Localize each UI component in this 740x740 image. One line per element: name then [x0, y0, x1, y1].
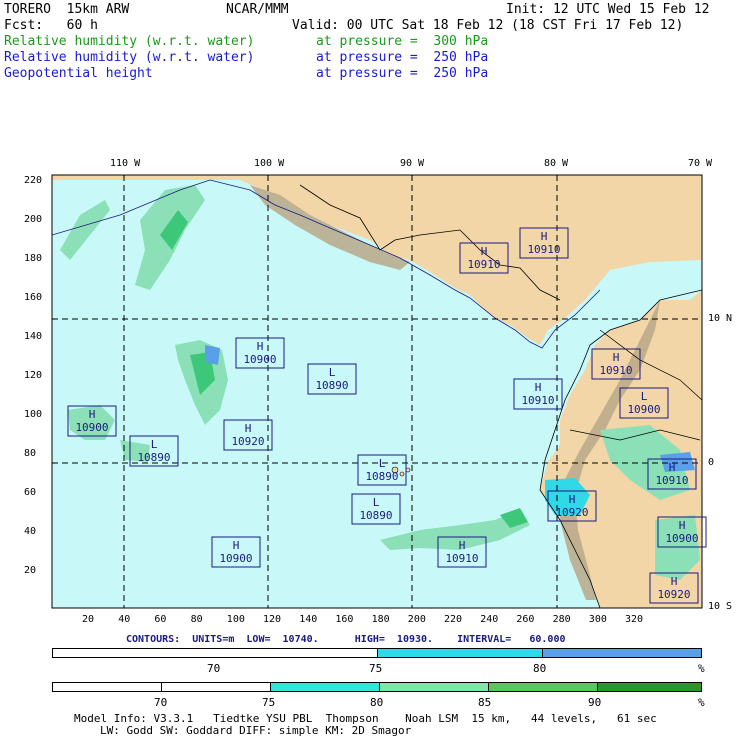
pressure-value: 10890 — [359, 509, 392, 522]
x-tick-label: 300 — [588, 614, 607, 625]
lon-label: 110 W — [110, 158, 141, 169]
pressure-type: L — [373, 496, 380, 509]
x-tick-label: 80 — [190, 614, 203, 625]
lon-label: 80 W — [544, 158, 569, 169]
legend-swatch — [543, 649, 701, 657]
legend-swatch — [380, 683, 489, 691]
legend-swatch — [162, 683, 271, 691]
y-tick-label: 180 — [24, 253, 43, 264]
legend-bar-1 — [52, 648, 702, 658]
legend-bar-2 — [52, 682, 702, 692]
pressure-type: H — [679, 519, 686, 532]
pressure-type: H — [613, 351, 620, 364]
x-tick-label: 260 — [516, 614, 535, 625]
footer-line2: LW: Godd SW: Goddard DIFF: simple KM: 2D… — [100, 724, 412, 737]
pressure-value: 10900 — [75, 421, 108, 434]
pressure-type: H — [257, 340, 264, 353]
legend2-unit: % — [698, 696, 705, 709]
y-tick-label: 220 — [24, 175, 43, 186]
pressure-value: 10910 — [467, 258, 500, 271]
pressure-value: 10900 — [627, 403, 660, 416]
pressure-type: H — [459, 539, 466, 552]
pressure-value: 10910 — [445, 552, 478, 565]
pressure-type: H — [669, 461, 676, 474]
pressure-type: H — [535, 381, 542, 394]
pressure-type: L — [641, 390, 648, 403]
y-tick-label: 120 — [24, 370, 43, 381]
legend-swatch — [489, 683, 598, 691]
legend-swatch — [53, 649, 378, 657]
x-tick-label: 100 — [226, 614, 245, 625]
pressure-value: 10910 — [599, 364, 632, 377]
pressure-value: 10920 — [555, 506, 588, 519]
legend1-label: 75 — [369, 662, 383, 675]
rh-area — [660, 452, 695, 472]
pressure-type: H — [481, 245, 488, 258]
pressure-value: 10900 — [219, 552, 252, 565]
lat-label: 10 S — [708, 601, 733, 612]
x-tick-label: 60 — [154, 614, 167, 625]
legend-swatch — [598, 683, 701, 691]
pressure-type: H — [569, 493, 576, 506]
y-tick-label: 160 — [24, 292, 43, 303]
legend-swatch — [53, 683, 162, 691]
pressure-type: H — [245, 422, 252, 435]
x-tick-label: 140 — [299, 614, 318, 625]
x-tick-label: 160 — [335, 614, 354, 625]
x-tick-label: 180 — [371, 614, 390, 625]
legend1-label: 70 — [207, 662, 221, 675]
x-tick-label: 280 — [552, 614, 571, 625]
x-tick-label: 320 — [625, 614, 644, 625]
contour-info: CONTOURS: UNITS=m LOW= 10740. HIGH= 1093… — [126, 634, 566, 645]
x-tick-label: 220 — [444, 614, 463, 625]
island — [405, 467, 411, 473]
lon-label: 70 W — [688, 158, 713, 169]
pressure-value: 10920 — [231, 435, 264, 448]
pressure-value: 10900 — [665, 532, 698, 545]
legend1-unit: % — [698, 662, 705, 675]
pressure-type: H — [541, 230, 548, 243]
rh-area — [205, 345, 220, 365]
y-tick-label: 80 — [24, 448, 37, 459]
pressure-type: L — [379, 457, 386, 470]
pressure-type: H — [89, 408, 96, 421]
y-tick-label: 40 — [24, 526, 37, 537]
lon-label: 90 W — [400, 158, 425, 169]
x-tick-label: 200 — [407, 614, 426, 625]
pressure-value: 10890 — [315, 379, 348, 392]
pressure-type: L — [151, 438, 158, 451]
legend2-label: 90 — [588, 696, 602, 709]
legend2-label: 85 — [478, 696, 492, 709]
legend-swatch — [378, 649, 543, 657]
y-tick-label: 140 — [24, 331, 43, 342]
legend2-label: 70 — [154, 696, 168, 709]
y-tick-label: 60 — [24, 487, 37, 498]
pressure-type: H — [671, 575, 678, 588]
legend2-label: 75 — [262, 696, 276, 709]
lat-label: 10 N — [708, 313, 733, 324]
weather-map: H10910H10910H10900L10890H10910H10910H109… — [51, 174, 707, 609]
y-tick-label: 100 — [24, 409, 43, 420]
pressure-value: 10920 — [657, 588, 690, 601]
y-tick-label: 200 — [24, 214, 43, 225]
pressure-type: H — [233, 539, 240, 552]
legend-swatch — [271, 683, 380, 691]
legend2-label: 80 — [370, 696, 384, 709]
island — [399, 471, 405, 477]
pressure-value: 10910 — [521, 394, 554, 407]
x-tick-label: 20 — [82, 614, 95, 625]
lat-label: 0 — [708, 457, 715, 468]
x-tick-label: 120 — [263, 614, 282, 625]
y-tick-label: 20 — [24, 565, 37, 576]
pressure-value: 10910 — [655, 474, 688, 487]
x-tick-label: 240 — [480, 614, 499, 625]
pressure-value: 10890 — [365, 470, 398, 483]
pressure-type: L — [329, 366, 336, 379]
pressure-value: 10900 — [243, 353, 276, 366]
pressure-value: 10910 — [527, 243, 560, 256]
x-tick-label: 40 — [118, 614, 131, 625]
legend1-label: 80 — [533, 662, 547, 675]
lon-label: 100 W — [254, 158, 285, 169]
pressure-value: 10890 — [137, 451, 170, 464]
